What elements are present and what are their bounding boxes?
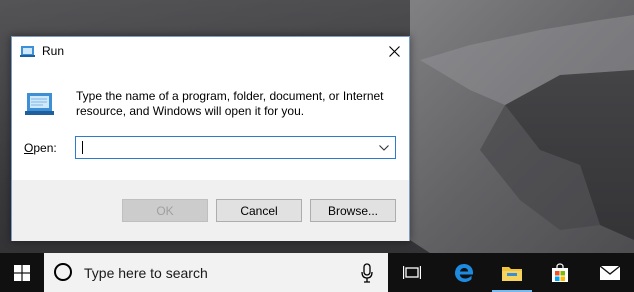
store-icon [552,262,568,282]
chevron-down-icon [379,144,389,151]
dropdown-button[interactable] [373,137,395,158]
cortana-icon [54,263,72,281]
browse-button[interactable]: Browse... [310,199,396,222]
run-dialog: Run Type the name of a program, folder, … [11,36,410,241]
open-combobox[interactable] [75,136,396,159]
open-label: Open: [24,141,57,155]
text-caret [82,141,83,154]
close-button[interactable] [379,37,409,66]
window-title: Run [42,44,65,58]
edge-icon [455,263,473,282]
store-button[interactable] [536,253,584,292]
open-accelerator: O [24,141,34,155]
taskbar: Type here to search [0,253,634,292]
start-button[interactable] [0,253,44,292]
dialog-footer: OK Cancel Browse... [12,180,409,241]
dialog-content: Type the name of a program, folder, docu… [12,66,409,180]
search-placeholder: Type here to search [84,265,208,281]
microphone-icon[interactable] [360,263,374,283]
task-view-icon [403,265,421,279]
dialog-description: Type the name of a program, folder, docu… [76,89,384,118]
open-input[interactable] [76,137,372,158]
open-label-text: pen: [33,141,57,155]
ok-button[interactable]: OK [122,199,208,222]
mail-icon [599,264,621,280]
mail-button[interactable] [586,253,634,292]
run-icon [20,46,35,57]
run-icon [25,93,54,115]
task-view-button[interactable] [388,253,436,292]
taskbar-search-box[interactable]: Type here to search [44,253,388,292]
windows-logo-icon [14,264,30,281]
close-icon [388,46,400,57]
file-explorer-button[interactable] [488,253,536,292]
file-explorer-icon [502,266,522,281]
edge-button[interactable] [440,253,488,292]
title-bar[interactable]: Run [12,37,409,66]
cancel-button[interactable]: Cancel [216,199,302,222]
